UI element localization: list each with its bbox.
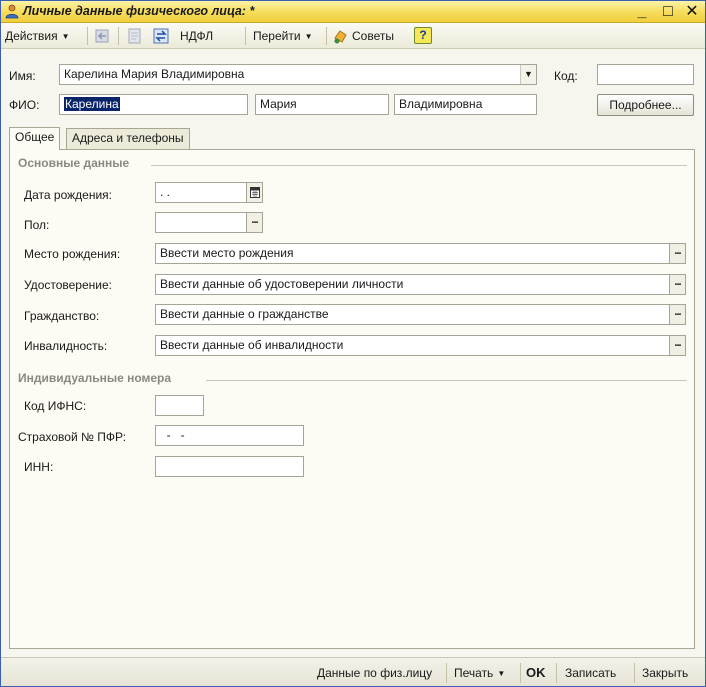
print-menu-label: Печать xyxy=(454,666,494,680)
fio-label: ФИО: xyxy=(9,98,40,112)
actions-menu[interactable]: Действия ▼ xyxy=(5,27,70,45)
goto-menu[interactable]: Перейти ▼ xyxy=(253,27,312,45)
bottom-separator xyxy=(520,663,521,683)
gender-input[interactable]: ... xyxy=(155,212,263,233)
toolbar-separator xyxy=(87,27,88,45)
inn-label: ИНН: xyxy=(24,460,54,474)
close-button[interactable]: Закрыть xyxy=(642,664,688,682)
birth-date-value: . . xyxy=(160,185,171,199)
ellipsis-icon[interactable]: ... xyxy=(669,244,685,263)
print-menu[interactable]: Печать ▼ xyxy=(454,664,505,682)
id-doc-label: Удостоверение: xyxy=(24,278,112,292)
bottom-action-bar: Данные по физ.лицу Печать ▼ OK Записать З… xyxy=(1,657,705,686)
birth-date-input[interactable]: . . xyxy=(155,182,263,203)
close-window-button[interactable]: ✕ xyxy=(681,2,703,22)
minimize-button[interactable]: _ xyxy=(631,2,653,22)
citizenship-value: Ввести данные о гражданстве xyxy=(160,307,329,321)
title-bar[interactable]: Личные данные физического лица: * _ □ ✕ xyxy=(1,1,705,23)
code-input[interactable] xyxy=(597,64,694,85)
ifns-input[interactable] xyxy=(155,395,204,416)
pfr-label: Страховой № ПФР: xyxy=(18,430,127,444)
birthplace-input[interactable]: Ввести место рождения ... xyxy=(155,243,686,264)
switch-icon[interactable] xyxy=(152,27,170,45)
toolbar-separator xyxy=(118,27,119,45)
help-button[interactable]: ? xyxy=(414,27,432,44)
ellipsis-icon[interactable]: ... xyxy=(246,213,262,232)
disability-value: Ввести данные об инвалидности xyxy=(160,338,344,352)
ok-button[interactable]: OK xyxy=(526,664,546,682)
ifns-label: Код ИФНС: xyxy=(24,399,87,413)
chevron-down-icon: ▼ xyxy=(61,32,70,41)
numbers-section-title: Индивидуальные номера xyxy=(18,371,172,385)
person-icon xyxy=(5,4,19,19)
tips-button[interactable]: Советы xyxy=(332,27,394,45)
tab-addresses-phones[interactable]: Адреса и телефоны xyxy=(66,128,190,149)
ellipsis-icon[interactable]: ... xyxy=(669,336,685,355)
document-icon[interactable] xyxy=(126,27,144,45)
maximize-button[interactable]: □ xyxy=(657,2,679,22)
chevron-down-icon: ▼ xyxy=(304,32,313,41)
section-divider xyxy=(206,380,687,381)
name-label: Имя: xyxy=(9,69,36,83)
name-value: Карелина Мария Владимировна xyxy=(64,67,245,81)
patronymic-input[interactable]: Владимировна xyxy=(394,94,537,115)
section-divider xyxy=(151,165,687,166)
tips-label: Советы xyxy=(352,29,394,43)
bottom-separator xyxy=(446,663,447,683)
main-section-title: Основные данные xyxy=(18,156,130,170)
toolbar-separator xyxy=(245,27,246,45)
chevron-down-icon[interactable]: ▼ xyxy=(520,65,536,84)
pfr-input[interactable]: - - xyxy=(155,425,304,446)
firstname-input[interactable]: Мария xyxy=(255,94,389,115)
back-arrow-icon[interactable] xyxy=(94,27,112,45)
citizenship-label: Гражданство: xyxy=(24,309,100,323)
birthplace-label: Место рождения: xyxy=(24,247,121,261)
calendar-icon[interactable] xyxy=(246,183,262,202)
details-button[interactable]: Подробнее... xyxy=(597,94,694,116)
gender-label: Пол: xyxy=(24,218,50,232)
disability-label: Инвалидность: xyxy=(24,339,108,353)
actions-menu-label: Действия xyxy=(5,29,58,43)
code-label: Код: xyxy=(554,69,578,83)
toolbar: Действия ▼ НДФЛ Перейти ▼ Советы ? xyxy=(1,23,705,49)
chevron-down-icon: ▼ xyxy=(497,669,506,678)
window-title: Личные данные физического лица: * xyxy=(23,4,255,18)
citizenship-input[interactable]: Ввести данные о гражданстве ... xyxy=(155,304,686,325)
ellipsis-icon[interactable]: ... xyxy=(669,305,685,324)
goto-menu-label: Перейти xyxy=(253,29,301,43)
name-select[interactable]: Карелина Мария Владимировна ▼ xyxy=(59,64,537,85)
inn-input[interactable] xyxy=(155,456,304,477)
toolbar-separator xyxy=(326,27,327,45)
birth-date-label: Дата рождения: xyxy=(24,188,112,202)
id-doc-value: Ввести данные об удостоверении личности xyxy=(160,277,404,291)
general-tab-panel xyxy=(9,149,695,649)
id-doc-input[interactable]: Ввести данные об удостоверении личности … xyxy=(155,274,686,295)
surname-value: Карелина xyxy=(64,97,120,111)
bottom-separator xyxy=(556,663,557,683)
disability-input[interactable]: Ввести данные об инвалидности ... xyxy=(155,335,686,356)
ndfl-button[interactable]: НДФЛ xyxy=(180,27,213,45)
tips-icon xyxy=(334,30,347,44)
bottom-separator xyxy=(634,663,635,683)
save-button[interactable]: Записать xyxy=(565,664,616,682)
surname-input[interactable]: Карелина xyxy=(59,94,248,115)
personal-data-window: Личные данные физического лица: * _ □ ✕ … xyxy=(0,0,706,687)
tab-general[interactable]: Общее xyxy=(9,127,61,150)
person-data-button[interactable]: Данные по физ.лицу xyxy=(317,664,432,682)
birthplace-value: Ввести место рождения xyxy=(160,246,294,260)
ellipsis-icon[interactable]: ... xyxy=(669,275,685,294)
